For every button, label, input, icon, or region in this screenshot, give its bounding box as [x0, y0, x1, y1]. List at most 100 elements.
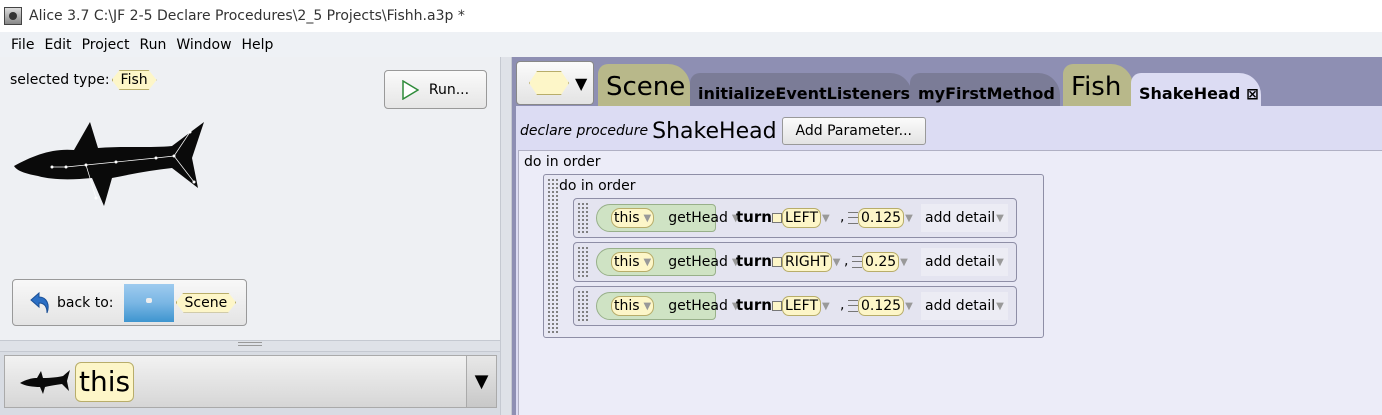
method-label: getHead: [668, 210, 728, 226]
back-arrow-icon: [30, 291, 49, 313]
this-instance-tile: this: [75, 361, 135, 402]
dropdown-arrow-icon: ▼: [905, 212, 913, 224]
inner-block-label: do in order: [559, 178, 636, 194]
tab-scene[interactable]: Scene: [598, 64, 690, 106]
direction-argument[interactable]: LEFT ▼: [772, 204, 830, 232]
tab-myfirst-label: myFirstMethod: [918, 84, 1055, 103]
drag-grip-icon[interactable]: [547, 178, 559, 334]
dropdown-arrow-icon: ▼: [996, 212, 1004, 224]
dropdown-arrow-icon: ▼: [822, 300, 830, 312]
menu-file[interactable]: File: [11, 37, 34, 53]
statement-row[interactable]: this ▼ getHead ▼ turn LEFT ▼ , 0.125 ▼ ad…: [573, 198, 1017, 238]
procedure-name: ShakeHead: [652, 118, 777, 144]
menu-edit[interactable]: Edit: [44, 37, 71, 53]
turn-label: turn: [736, 208, 772, 226]
vertical-split-handle[interactable]: [500, 57, 512, 415]
dropdown-arrow-icon: ▼: [822, 212, 830, 224]
direction-value: LEFT: [782, 296, 822, 316]
direction-argument[interactable]: LEFT ▼: [772, 292, 830, 320]
amount-value: 0.125: [858, 296, 905, 316]
add-detail-label: add detail: [925, 298, 996, 314]
scene-thumbnail: [123, 283, 174, 322]
back-to-scene-button[interactable]: back to: Scene: [12, 279, 247, 326]
method-label: getHead: [668, 298, 728, 314]
tab-scene-label: Scene: [606, 72, 686, 102]
menu-project[interactable]: Project: [82, 37, 130, 53]
back-to-label: back to:: [57, 294, 114, 311]
dropdown-arrow-icon: ▼: [905, 300, 913, 312]
comma: ,: [844, 253, 849, 269]
grip-icon: [238, 342, 262, 346]
turn-label: turn: [736, 252, 772, 270]
turn-label: turn: [736, 296, 772, 314]
target-label: this: [614, 298, 640, 314]
selected-type: selected type: Fish: [10, 70, 157, 90]
menu-run[interactable]: Run: [139, 37, 166, 53]
amount-argument[interactable]: 0.125 ▼: [848, 204, 913, 232]
fish-thumbnail-icon: [20, 369, 70, 394]
get-head-expression[interactable]: this ▼ getHead ▼: [596, 292, 740, 320]
amount-argument[interactable]: 0.25 ▼: [852, 248, 908, 276]
back-target-tile: Scene: [176, 293, 237, 313]
declare-procedure-label: declare procedure: [520, 123, 649, 139]
dropdown-arrow-icon: ▼: [643, 256, 652, 268]
alice-app-icon: [4, 7, 22, 25]
instance-selector[interactable]: this ▼: [4, 355, 497, 408]
selected-type-tile[interactable]: Fish: [112, 70, 157, 90]
tab-init-label: initializeEventListeners: [698, 84, 911, 103]
amount-value: 0.25: [862, 252, 900, 272]
enum-box-icon: [772, 257, 782, 267]
statement-row[interactable]: this ▼ getHead ▼ turn RIGHT ▼ , 0.25 ▼ ad…: [573, 242, 1017, 282]
menu-bar: File Edit Project Run Window Help: [0, 32, 1382, 57]
tab-initialize-event-listeners[interactable]: initializeEventListeners: [690, 73, 912, 106]
add-detail-dropdown[interactable]: add detail ▼: [921, 204, 1008, 232]
dropdown-arrow-icon: ▼: [643, 300, 652, 312]
statement-row[interactable]: this ▼ getHead ▼ turn LEFT ▼ , 0.125 ▼ ad…: [573, 286, 1017, 326]
get-head-expression[interactable]: this ▼ getHead ▼: [596, 248, 740, 276]
instance-dropdown-arrow-icon[interactable]: ▼: [466, 356, 496, 407]
title-bar: Alice 3.7 C:\JF 2-5 Declare Procedures\2…: [0, 0, 1382, 32]
horizontal-split-handle[interactable]: [0, 340, 500, 352]
tab-shake-head[interactable]: ShakeHead ⊠: [1131, 73, 1261, 106]
dropdown-arrow-icon: ▼: [832, 256, 841, 268]
number-icon: [848, 212, 858, 224]
this-tile[interactable]: this ▼: [611, 252, 655, 272]
tab-fish[interactable]: Fish: [1063, 64, 1133, 106]
target-label: this: [614, 254, 640, 270]
dropdown-arrow-icon: ▼: [996, 256, 1004, 268]
number-icon: [848, 300, 858, 312]
tab-fish-label: Fish: [1071, 72, 1122, 102]
comma: ,: [840, 209, 845, 225]
dropdown-arrow-icon: ▼: [900, 256, 908, 268]
outer-block-label: do in order: [524, 154, 601, 170]
close-tab-icon[interactable]: ⊠: [1246, 85, 1259, 103]
direction-value: RIGHT: [782, 252, 832, 272]
drag-grip-icon[interactable]: [577, 290, 589, 322]
type-dropdown-arrow-icon: ▼: [575, 73, 588, 93]
add-detail-dropdown[interactable]: add detail ▼: [921, 292, 1008, 320]
window-title: Alice 3.7 C:\JF 2-5 Declare Procedures\2…: [29, 8, 465, 24]
add-parameter-button[interactable]: Add Parameter...: [781, 117, 927, 145]
add-detail-dropdown[interactable]: add detail ▼: [921, 248, 1008, 276]
procedure-header: declare procedure ShakeHead Add Paramete…: [520, 117, 927, 145]
drag-grip-icon[interactable]: [577, 246, 589, 278]
get-head-expression[interactable]: this ▼ getHead ▼: [596, 204, 740, 232]
this-tile[interactable]: this ▼: [611, 296, 655, 316]
run-button[interactable]: Run...: [384, 70, 487, 109]
menu-window[interactable]: Window: [176, 37, 231, 53]
amount-argument[interactable]: 0.125 ▼: [848, 292, 913, 320]
amount-value: 0.125: [858, 208, 905, 228]
type-selector[interactable]: ▼: [516, 61, 594, 105]
method-label: getHead: [668, 254, 728, 270]
play-icon: [402, 79, 419, 100]
add-detail-label: add detail: [925, 210, 996, 226]
fish-silhouette-icon: [14, 122, 204, 206]
this-tile[interactable]: this ▼: [611, 208, 655, 228]
tab-my-first-method[interactable]: myFirstMethod: [910, 73, 1060, 106]
type-hexagon-icon: [529, 71, 569, 95]
direction-value: LEFT: [782, 208, 822, 228]
drag-grip-icon[interactable]: [577, 202, 589, 234]
direction-argument[interactable]: RIGHT ▼: [772, 248, 841, 276]
dropdown-arrow-icon: ▼: [643, 212, 652, 224]
menu-help[interactable]: Help: [242, 37, 274, 53]
